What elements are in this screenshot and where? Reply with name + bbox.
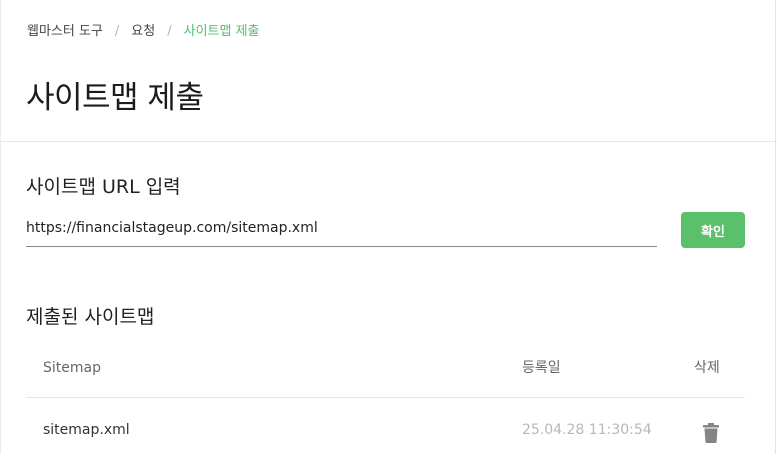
sitemap-url-input[interactable]: [26, 215, 657, 247]
table-row: sitemap.xml 25.04.28 11:30:54: [26, 398, 745, 462]
header-divider: [1, 141, 777, 142]
column-header-delete: 삭제: [694, 360, 720, 376]
trash-icon-graphic: [703, 423, 719, 443]
breadcrumb-item-sitemap-submit: 사이트맵 제출: [183, 24, 260, 39]
submitted-sitemaps-title: 제출된 사이트맵: [26, 306, 155, 328]
page-frame: 웹마스터 도구 / 요청 / 사이트맵 제출 사이트맵 제출 사이트맵 URL …: [0, 0, 777, 454]
breadcrumb-item-request[interactable]: 요청: [131, 23, 155, 41]
column-header-sitemap: Sitemap: [43, 360, 101, 376]
sitemap-table: Sitemap 등록일 삭제 sitemap.xml 25.04.28 11:3…: [26, 345, 745, 462]
breadcrumb: 웹마스터 도구 / 요청 / 사이트맵 제출: [27, 23, 260, 41]
sitemap-date-cell: 25.04.28 11:30:54: [522, 422, 652, 438]
breadcrumb-separator: /: [167, 24, 172, 39]
sitemap-name-cell: sitemap.xml: [43, 422, 130, 438]
table-header: Sitemap 등록일 삭제: [26, 345, 745, 398]
breadcrumb-separator: /: [114, 24, 120, 39]
url-section-title: 사이트맵 URL 입력: [26, 176, 181, 198]
trash-icon[interactable]: [700, 422, 722, 444]
page-title: 사이트맵 제출: [26, 80, 204, 116]
confirm-button[interactable]: 확인: [681, 212, 745, 248]
breadcrumb-item-webmaster-tools[interactable]: 웹마스터 도구: [27, 23, 103, 41]
column-header-date: 등록일: [522, 360, 561, 376]
